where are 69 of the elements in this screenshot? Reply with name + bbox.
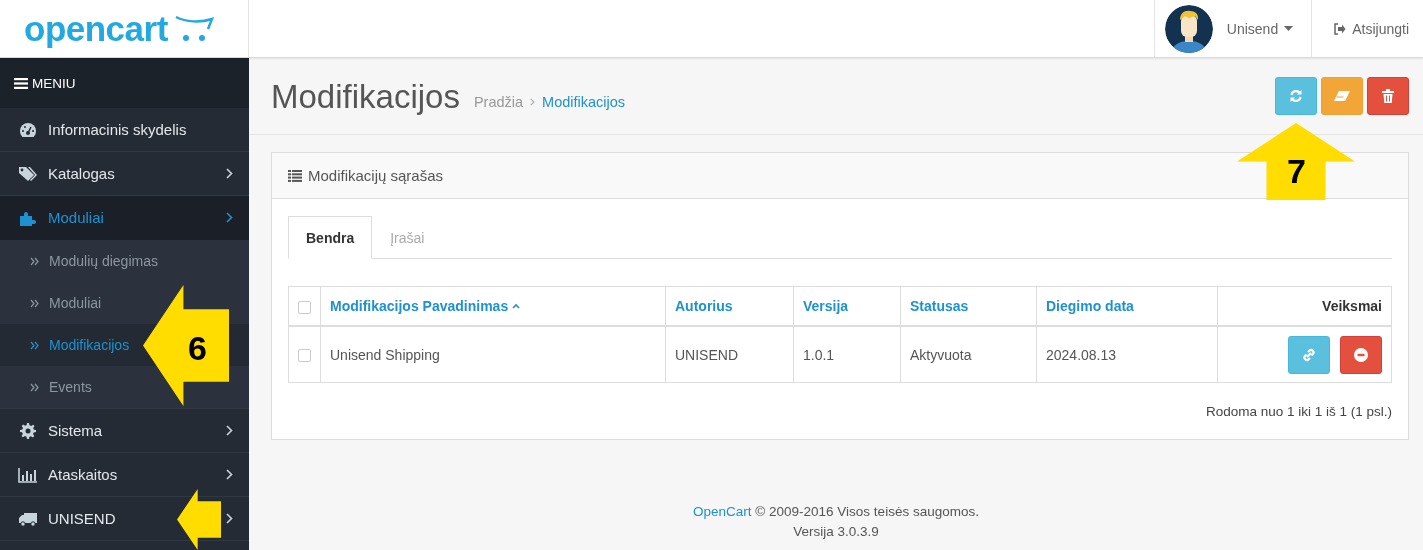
eraser-icon [1333, 90, 1351, 102]
sidebar-item[interactable]: Informacinis skydelis [0, 108, 249, 152]
chevron-right-icon [226, 469, 233, 480]
eraser-button[interactable] [1321, 77, 1363, 115]
logout-icon [1333, 22, 1347, 35]
panel-title: Modifikacijų sąrašas [308, 167, 444, 184]
table-cell: UNISEND [665, 326, 794, 383]
chevron-right-icon [226, 513, 233, 524]
footer-copyright: OpenCart © 2009-2016 Visos teisės saugomos. [692, 503, 980, 521]
pagination-info: Rodoma nuo 1 iki 1 iš 1 (1 psl.) [1204, 404, 1392, 419]
list-icon [288, 169, 302, 182]
sidebar-item[interactable]: Ataskaitos [0, 453, 249, 497]
footer-version: Versija 3.0.3.9 [792, 523, 880, 541]
tab[interactable]: Bendra [288, 216, 373, 259]
breadcrumb-link[interactable]: Pradžia [473, 94, 524, 110]
callout-number: 6 [188, 331, 207, 365]
dashboard-icon [19, 121, 37, 138]
bar-chart-icon [18, 466, 38, 483]
callout-arrow [177, 489, 221, 550]
link-icon [1302, 347, 1316, 362]
chevron-right-icon [530, 98, 536, 106]
avatar-icon[interactable] [1164, 4, 1213, 53]
opencart-link[interactable]: OpenCart [693, 504, 752, 519]
callout-number: 7 [1287, 154, 1306, 188]
delete-button[interactable] [1367, 77, 1409, 115]
column-header-link[interactable]: Autorius [675, 298, 733, 314]
sidebar-item[interactable]: Sistema [0, 409, 249, 453]
user-name[interactable]: Unisend [1226, 20, 1279, 37]
settings-icon [20, 422, 36, 439]
double-chevron-icon [30, 340, 39, 350]
puzzle-icon [19, 209, 37, 226]
checkbox[interactable] [298, 300, 311, 314]
truck-icon [18, 510, 38, 527]
sidebar-item[interactable]: Moduliai [0, 196, 249, 240]
link-button[interactable] [1288, 335, 1330, 374]
uninstall-button[interactable] [1340, 335, 1382, 374]
chevron-right-icon [226, 425, 233, 436]
sort-up-icon[interactable] [512, 303, 521, 309]
logo-text[interactable]: opencart [24, 8, 168, 49]
logout-link[interactable]: Atsijungti [1311, 0, 1423, 57]
double-chevron-icon [30, 298, 39, 308]
checkbox[interactable] [298, 349, 311, 363]
minus-circle-icon [1354, 347, 1368, 362]
double-chevron-icon [30, 382, 39, 392]
table-cell: 2024.08.13 [1036, 326, 1218, 383]
refresh-button[interactable] [1275, 77, 1317, 115]
tab[interactable]: Įrašai [372, 216, 443, 259]
double-chevron-icon [30, 256, 39, 266]
submenu-item[interactable]: Moduliai [30, 295, 102, 311]
breadcrumb-link[interactable]: Modifikacijos [542, 94, 626, 110]
table-cell: Aktyvuota [900, 326, 1037, 383]
caret-icon[interactable] [1284, 25, 1294, 32]
chevron-right-icon [226, 212, 233, 223]
menu-title: MENIU [32, 75, 76, 91]
trash-icon [1382, 89, 1394, 103]
table-cell: Unisend Shipping [320, 326, 666, 383]
chevron-right-icon [226, 168, 233, 179]
column-header: Veiksmai [1322, 298, 1382, 314]
submenu-item[interactable]: Events [30, 379, 92, 395]
column-header-link[interactable]: Versija [803, 298, 849, 314]
menu-icon[interactable] [14, 77, 28, 89]
page-title: Modifikacijos [271, 77, 460, 116]
submenu-item[interactable]: Modulių diegimas [30, 253, 158, 269]
submenu-item[interactable]: Modifikacijos [30, 337, 130, 353]
table-cell: 1.0.1 [793, 326, 901, 383]
refresh-icon [1289, 89, 1303, 103]
column-header-link[interactable]: Statusas [910, 298, 969, 314]
tags-icon [18, 165, 38, 182]
column-header-link[interactable]: Diegimo data [1046, 298, 1134, 314]
